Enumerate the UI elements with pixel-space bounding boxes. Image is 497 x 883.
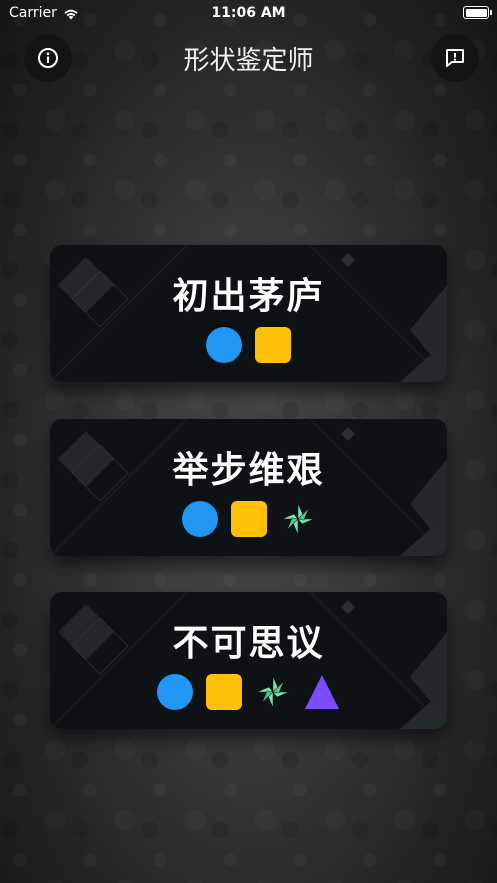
level-card-1[interactable]: 初出茅庐 xyxy=(50,245,447,382)
feedback-button[interactable] xyxy=(431,34,479,82)
level-card-2[interactable]: 举步维艰 xyxy=(50,419,447,556)
triangle-icon xyxy=(305,675,339,709)
level-title: 初出茅庐 xyxy=(172,276,325,317)
shape-row xyxy=(50,674,447,710)
square-icon xyxy=(255,327,291,363)
circle-icon xyxy=(157,674,193,710)
circle-icon xyxy=(206,327,242,363)
shape-row xyxy=(50,501,447,537)
level-card-3[interactable]: 不可思议 xyxy=(50,592,447,729)
status-time: 11:06 AM xyxy=(211,5,286,21)
pinwheel-icon xyxy=(281,502,314,536)
square-icon xyxy=(206,674,242,710)
status-bar: Carrier 11:06 AM xyxy=(0,0,497,26)
feedback-icon xyxy=(446,49,464,67)
level-title: 举步维艰 xyxy=(172,450,325,491)
circle-icon xyxy=(181,501,218,537)
battery-icon xyxy=(463,6,492,19)
pinwheel-icon xyxy=(256,675,290,709)
square-icon xyxy=(230,501,267,537)
level-title: 不可思议 xyxy=(172,623,325,664)
shape-row xyxy=(50,327,447,363)
page-title: 形状鉴定师 xyxy=(183,46,314,76)
